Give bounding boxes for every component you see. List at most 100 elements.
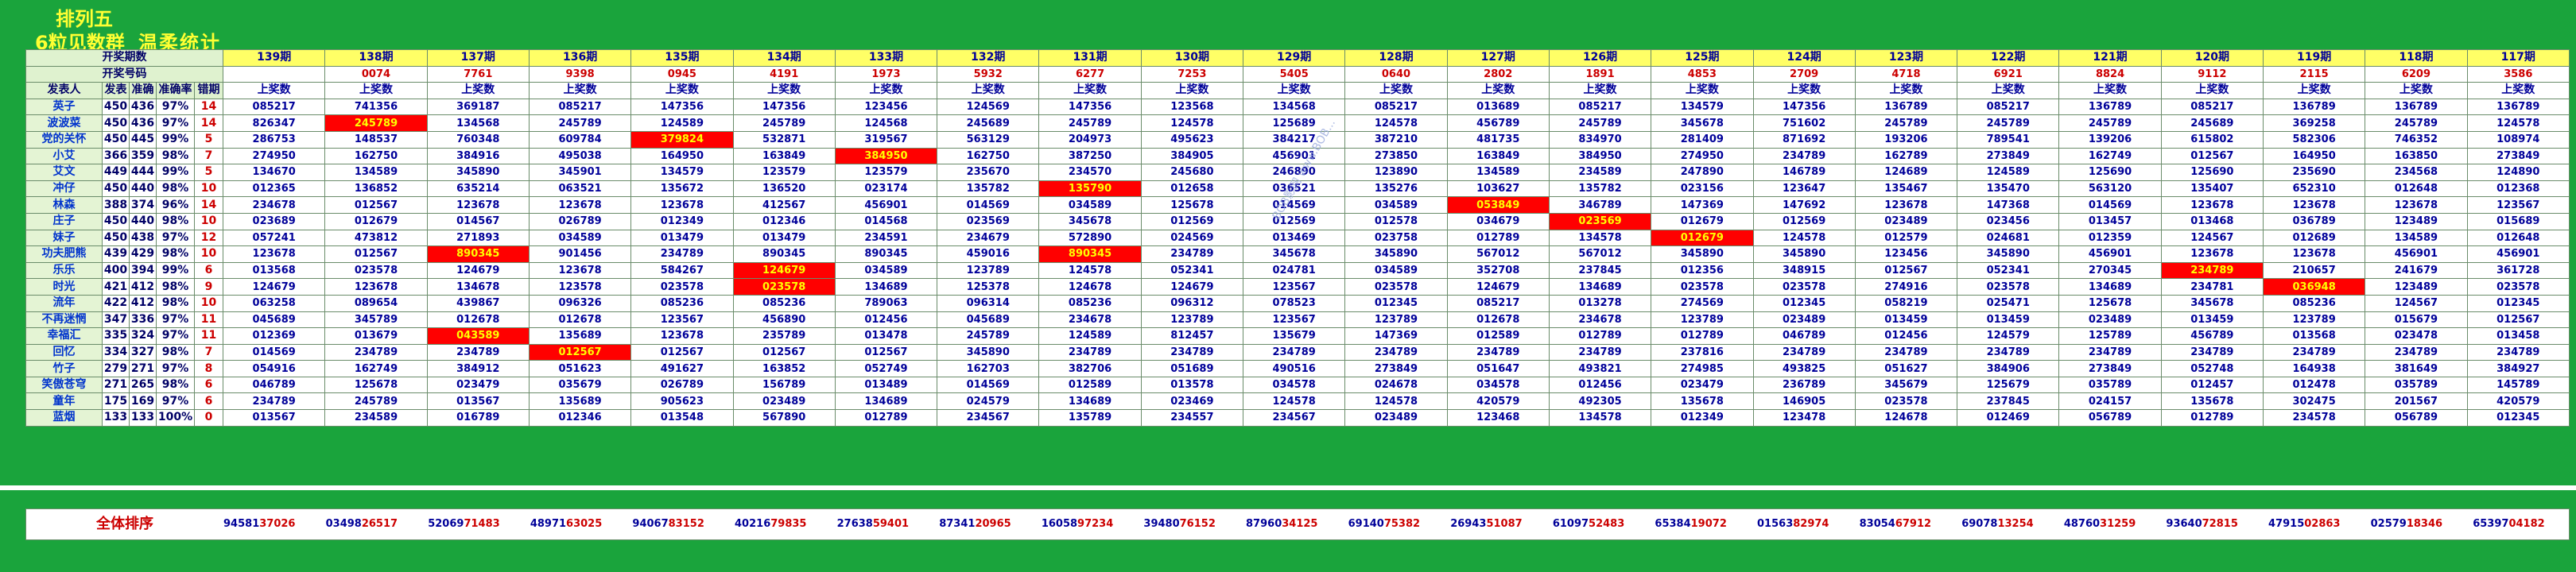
prediction-cell: 123456	[834, 98, 938, 116]
period-header: 119期	[2262, 49, 2366, 67]
prediction-cell: 245789	[1957, 114, 2060, 132]
stat-value: 412	[129, 278, 157, 296]
prediction-cell: 096314	[937, 294, 1040, 312]
prediction-cell: 384905	[1140, 147, 1244, 165]
stat-value: 98%	[156, 147, 195, 165]
stat-value: 11	[193, 327, 224, 345]
prediction-cell: 235670	[937, 164, 1040, 181]
overall-ranking-cell: 5206971483	[428, 509, 500, 539]
prediction-cell: 136520	[732, 180, 836, 198]
prediction-cell: 023578	[630, 278, 734, 296]
prediction-cell: 012345	[1344, 294, 1448, 312]
prediction-cell: 052749	[834, 360, 938, 377]
prediction-cell: 345678	[1038, 212, 1142, 230]
prediction-cell: 162749	[324, 360, 428, 377]
prediction-cell: 125690	[2058, 164, 2162, 181]
ranking-digits-a: 69078	[1961, 518, 1998, 530]
publisher-name: 回忆	[25, 343, 103, 361]
prediction-cell: 124679	[1446, 278, 1550, 296]
prediction-cell: 012567	[834, 343, 938, 361]
prediction-cell: 123678	[324, 278, 428, 296]
table-row: 功夫肥熊 439 429 98% 10 123678 012567 890345 901456 2…	[25, 245, 2570, 263]
overall-ranking-cell: 9458137026	[223, 509, 296, 539]
table-row: 时光 421 412 98% 9 124679 123678 134678 123578 0235…	[25, 278, 2570, 296]
stat-value: 99%	[156, 164, 195, 181]
period-header: 118期	[2365, 49, 2468, 67]
ranking-digits-b: 13254	[1997, 518, 2034, 530]
prediction-cell: 135782	[1548, 180, 1652, 198]
prediction-cell: 085217	[2160, 98, 2264, 116]
prediction-cell: 124578	[1344, 114, 1448, 132]
prediction-cell: 245689	[937, 114, 1040, 132]
ranking-digits-b: 97234	[1077, 518, 1114, 530]
prediction-cell: 567012	[1446, 245, 1550, 263]
prediction-cell: 124890	[2466, 164, 2570, 181]
prediction-cell: 012789	[1446, 229, 1550, 247]
prediction-cell: 023578	[324, 261, 428, 280]
prediction-cell: 012356	[1651, 261, 1754, 280]
prediction-cell: 302475	[2262, 392, 2366, 411]
prediction-cell: 134578	[1548, 409, 1652, 427]
prediction-cell: 013479	[732, 229, 836, 247]
prediction-cell: 124678	[1038, 278, 1142, 296]
period-header: 124期	[1752, 49, 1856, 67]
prediction-cell: 491627	[630, 360, 734, 377]
prediction-cell: 234589	[324, 409, 428, 427]
prediction-cell: 124679	[1140, 278, 1244, 296]
prediction-cell: 234678	[1548, 311, 1652, 329]
prediction-cell: 013468	[2160, 212, 2264, 230]
stat-value: 169	[129, 392, 157, 411]
prediction-cell: 124578	[1140, 114, 1244, 132]
prediction-cell: 234789	[2365, 343, 2468, 361]
table-row: 英子 450 436 97% 14 085217 741356 369187 085217 147…	[25, 98, 2570, 116]
prediction-cell: 123567	[2466, 196, 2570, 214]
prediction-cell: 125678	[2058, 294, 2162, 312]
prediction-cell: 034578	[1446, 376, 1550, 394]
prediction-cell: 125690	[2160, 164, 2264, 181]
prediction-cell: 125678	[324, 376, 428, 394]
prediction-cell: 012369	[223, 327, 326, 345]
prediction-cell: 125679	[1957, 376, 2060, 394]
prediction-cell: 012569	[1752, 212, 1856, 230]
overall-ranking-cell: 8734120965	[939, 509, 1011, 539]
prediction-cell: 012678	[528, 311, 632, 329]
prediction-cell: 012789	[834, 409, 938, 427]
overall-ranking-cell: 0156382974	[1757, 509, 1829, 539]
prediction-cell: 034589	[1038, 196, 1142, 214]
prediction-cell: 024781	[1243, 261, 1346, 280]
prediction-cell: 123567	[1243, 278, 1346, 296]
ranking-digits-b: 75382	[1383, 518, 1421, 530]
table-row: 林森 388 374 96% 14 234678 012567 123678 123678 123…	[25, 196, 2570, 214]
prediction-cell: 234789	[1752, 343, 1856, 361]
prediction-cell: 136789	[2058, 98, 2162, 116]
prediction-cell: 584267	[630, 261, 734, 280]
stat-value: 11	[193, 311, 224, 329]
prediction-cell: 134579	[630, 164, 734, 181]
prediction-cell: 234789	[2160, 343, 2264, 361]
prediction-cell: 532871	[732, 130, 836, 149]
prediction-cell: 162750	[324, 147, 428, 165]
prediction-cell: 145789	[2466, 376, 2570, 394]
prediction-cell: 319567	[834, 130, 938, 149]
ranking-digits-a: 02579	[2370, 518, 2407, 530]
prediction-cell: 085217	[528, 98, 632, 116]
stat-value: 5	[193, 164, 224, 181]
prediction-cell: 234789	[1140, 343, 1244, 361]
prediction-cell: 124568	[834, 114, 938, 132]
stat-value: 98%	[156, 294, 195, 312]
prediction-cell: 134670	[223, 164, 326, 181]
missed-cell: 023569	[1548, 212, 1652, 230]
draw-number: 2802	[1446, 65, 1550, 83]
prediction-cell: 012789	[2160, 409, 2264, 427]
prediction-cell: 085236	[732, 294, 836, 312]
stat-value: 98%	[156, 245, 195, 263]
prediction-cell: 241679	[2365, 261, 2468, 280]
stat-value: 14	[193, 114, 224, 132]
draw-number: 0945	[630, 65, 734, 83]
prediction-cell: 135689	[528, 392, 632, 411]
publisher-name: 流年	[25, 294, 103, 312]
prediction-cell: 890345	[834, 245, 938, 263]
prediction-cell: 826347	[223, 114, 326, 132]
prediction-cell: 124578	[1752, 229, 1856, 247]
ranking-digits-a: 93640	[2166, 518, 2202, 530]
